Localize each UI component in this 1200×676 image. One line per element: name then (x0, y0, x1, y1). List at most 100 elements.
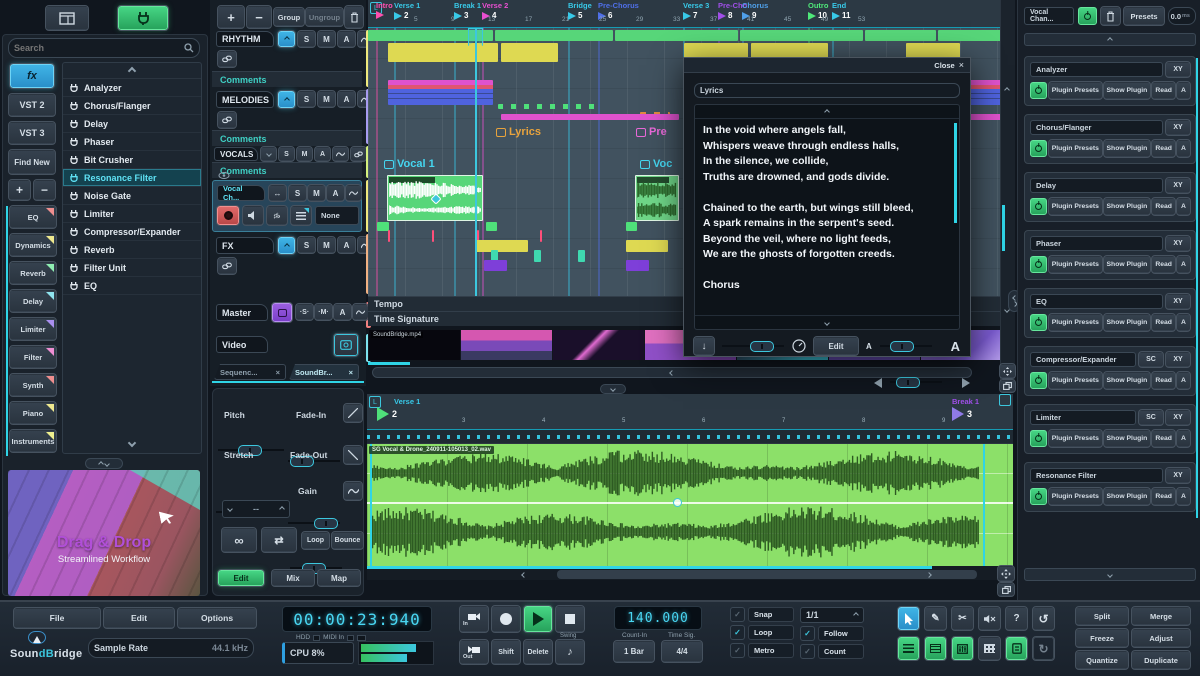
plugin-name-field[interactable]: Phaser (1030, 236, 1163, 251)
delete-track-button[interactable] (345, 6, 363, 28)
automation-button[interactable]: A (338, 237, 355, 253)
promo-banner[interactable]: Drag & Drop Streamlined Workflow (8, 470, 200, 596)
plugin-presets-button[interactable]: Plugin Presets (1049, 256, 1102, 273)
check-icon[interactable]: ✓ (730, 607, 745, 622)
lyrics-scroll-down[interactable] (695, 315, 959, 329)
clip[interactable] (626, 240, 668, 252)
toggle-row[interactable]: ✓ Count (800, 644, 864, 659)
show-plugin-button[interactable]: Show Plugin (1104, 140, 1151, 157)
track-name-rhythm[interactable]: RHYTHM (216, 31, 274, 47)
audio-clip-vocal1[interactable] (387, 175, 483, 221)
clip[interactable] (501, 114, 679, 120)
collapse-chevron-icon[interactable] (278, 237, 295, 254)
clip[interactable] (578, 250, 585, 262)
automation-button[interactable]: A (327, 185, 344, 201)
comments-lane-melodies[interactable]: Comments (212, 130, 362, 146)
play-button[interactable] (524, 606, 552, 632)
sidechain-button[interactable]: SC (1139, 410, 1163, 425)
bounce-button[interactable]: Bounce (332, 532, 363, 549)
tab-vst3[interactable]: VST 3 (9, 122, 55, 144)
close-icon[interactable]: × (349, 368, 353, 377)
pan-tool-button[interactable] (1000, 364, 1015, 378)
master-comment-button[interactable] (272, 303, 292, 322)
xy-pad-button[interactable]: XY (1166, 294, 1190, 309)
plugin-chain-card[interactable]: Phaser SC XY Plugin Presets Show Plugin … (1024, 230, 1196, 280)
shuffle-button[interactable]: ⇄ (262, 528, 296, 552)
mute-button[interactable]: M (318, 237, 335, 253)
lyrics-window[interactable]: Close × Lyrics In the void where angels … (683, 57, 971, 357)
clip[interactable] (740, 30, 863, 41)
arrange-vscrollbar[interactable] (1000, 0, 1015, 392)
arrange-hscrollbar[interactable] (372, 367, 972, 378)
plugin-list-item[interactable]: Chorus/Flanger (63, 97, 201, 115)
category-button[interactable]: Synth (10, 374, 56, 396)
show-plugin-button[interactable]: Show Plugin (1104, 256, 1151, 273)
link-button[interactable] (218, 258, 236, 274)
find-new-button[interactable]: Find New (9, 150, 55, 174)
plugin-chain-card[interactable]: EQ SC XY Plugin Presets Show Plugin Read… (1024, 288, 1196, 338)
mute-tool-button[interactable] (979, 607, 1000, 630)
lyrics-text[interactable]: In the void where angels fall,Whispers w… (695, 119, 959, 300)
undo-button[interactable]: ↺ (1033, 607, 1054, 630)
plugin-list-item[interactable]: Reverb (63, 241, 201, 259)
show-plugin-button[interactable]: Show Plugin (1104, 314, 1151, 331)
ungroup-button[interactable]: Ungroup (306, 8, 343, 26)
eye-icon[interactable] (218, 172, 230, 179)
plugin-list-item[interactable]: Compressor/Expander (63, 223, 201, 241)
overlap-view-button[interactable] (1000, 380, 1015, 392)
search-input[interactable] (14, 43, 184, 53)
read-automation-button[interactable]: Read (1152, 372, 1175, 389)
read-automation-button[interactable]: Read (1152, 488, 1175, 505)
automation-button[interactable]: A (1177, 256, 1190, 273)
track-name-video[interactable]: Video (216, 336, 268, 353)
automation-tick[interactable] (540, 230, 542, 242)
check-icon[interactable]: ✓ (730, 625, 745, 640)
pan-tool-button[interactable] (998, 566, 1014, 581)
editor-ruler[interactable]: L Verse 1 2 Break 1 3 3456789 (367, 394, 1013, 430)
plugin-list-item[interactable]: Filter Unit (63, 259, 201, 277)
automation-button[interactable]: A (338, 31, 355, 47)
plugin-chain-card[interactable]: Compressor/Expander SC XY Plugin Presets… (1024, 346, 1196, 396)
download-lyrics-button[interactable]: ↓ (694, 337, 714, 355)
tab-mix[interactable]: Mix (272, 570, 314, 586)
read-automation-button[interactable]: Read (1152, 256, 1175, 273)
grid-size-select[interactable]: 1/1 (800, 607, 864, 623)
channel-power-button[interactable] (1078, 7, 1097, 25)
plugin-list-item[interactable]: Phaser (63, 133, 201, 151)
automation-button[interactable]: A (1177, 314, 1190, 331)
sequencer-view-button[interactable] (925, 637, 946, 660)
doc-tab-sequence[interactable]: Sequenc...× (214, 364, 286, 380)
timeline-marker[interactable]: End 11 (832, 1, 850, 20)
plugin-presets-button[interactable]: Plugin Presets (1049, 372, 1102, 389)
wave-editor[interactable]: SG Vocal & Drone_240911-105013_02.wav (367, 444, 1013, 566)
automation-button[interactable]: A (1177, 488, 1190, 505)
group-button[interactable]: Group (274, 8, 304, 26)
lyrics-title-field[interactable]: Lyrics (694, 83, 960, 98)
chain-scroll-down[interactable] (1024, 568, 1196, 581)
font-size-slider[interactable] (880, 341, 932, 352)
mute-button[interactable]: M (297, 147, 312, 161)
timeline-marker[interactable]: Chorus 9 (742, 1, 768, 20)
master-automation-button[interactable]: A (334, 304, 351, 320)
stop-button[interactable] (556, 606, 584, 632)
plugin-presets-button[interactable]: Plugin Presets (1049, 140, 1102, 157)
comments-lane-vocals[interactable]: Comments (212, 162, 362, 178)
take-list-button[interactable] (291, 206, 311, 225)
sample-rate-field[interactable]: Sample Rate44.1 kHz (88, 638, 254, 658)
gain-curve-button[interactable] (344, 482, 362, 500)
channel-delete-button[interactable] (1101, 7, 1120, 25)
lyrics-text-box[interactable]: In the void where angels fall,Whispers w… (694, 104, 960, 330)
plugin-list-item[interactable]: Limiter (63, 205, 201, 223)
action-button[interactable]: Freeze (1076, 629, 1128, 647)
automation-button[interactable]: A (338, 91, 355, 107)
clip[interactable] (388, 43, 498, 62)
plugin-power-button[interactable] (1030, 198, 1047, 215)
plugin-name-field[interactable]: Limiter (1030, 410, 1136, 425)
xy-pad-button[interactable]: XY (1166, 236, 1190, 251)
editor-collapse-handle[interactable] (600, 384, 626, 394)
channel-presets-button[interactable]: Presets (1124, 7, 1164, 25)
clip-launcher-button[interactable] (1006, 637, 1027, 660)
lyrics-titlebar[interactable]: Close × (684, 58, 970, 73)
gain-line[interactable] (367, 502, 1013, 504)
clip[interactable] (626, 260, 649, 271)
